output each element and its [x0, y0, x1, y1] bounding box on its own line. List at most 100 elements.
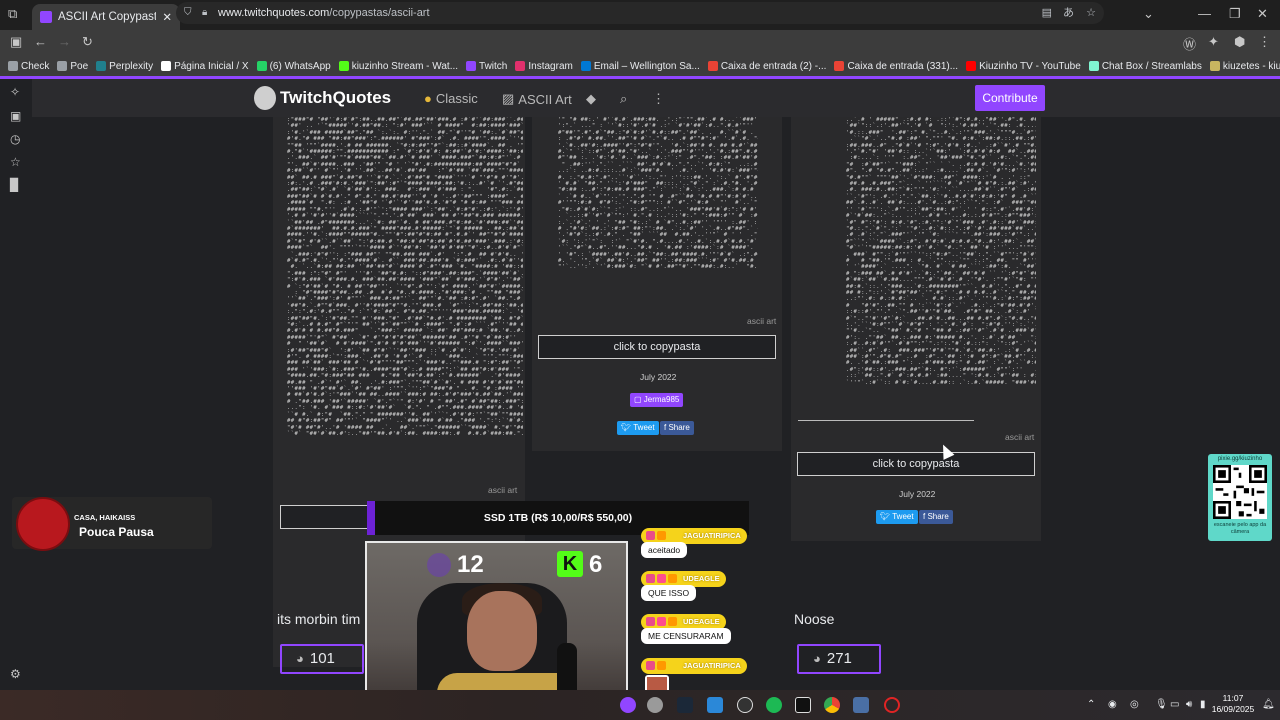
- bookmark-item[interactable]: Caixa de entrada (331)...: [834, 61, 958, 72]
- clock[interactable]: 11:07 16/09/2025: [1208, 693, 1258, 715]
- copilot-icon[interactable]: ✧: [10, 85, 20, 99]
- author-badge[interactable]: ▢ Jerma985: [630, 393, 684, 407]
- copypasta-button[interactable]: click to copypasta: [797, 452, 1035, 476]
- back-icon[interactable]: ←: [34, 34, 47, 49]
- bookmark-item[interactable]: Instagram: [515, 61, 573, 72]
- pasta-copy-count[interactable]: ◕ 101: [280, 644, 364, 674]
- collections-icon[interactable]: ▣: [10, 109, 21, 123]
- pasta-copy-count[interactable]: ◕ 271: [797, 644, 881, 674]
- reader-mode-icon[interactable]: ▤: [1042, 2, 1052, 24]
- network-icon[interactable]: ▭: [1170, 699, 1179, 710]
- pasta-title[interactable]: Noose: [794, 611, 834, 627]
- share-button[interactable]: f Share: [660, 421, 694, 435]
- app-icon[interactable]: [620, 697, 636, 713]
- menu-icon[interactable]: ⋮: [1258, 34, 1271, 50]
- settings-gear-icon[interactable]: ⚙: [10, 667, 21, 681]
- bookmark-item[interactable]: (6) WhatsApp: [256, 61, 331, 72]
- opera-icon[interactable]: [884, 697, 900, 713]
- search-icon[interactable]: ⌕: [620, 91, 627, 107]
- bookmark-item[interactable]: kiuzetes - kiuzinho | LT...: [1209, 60, 1280, 72]
- bookmark-item[interactable]: Email – Wellington Sa...: [580, 60, 700, 72]
- minimize-icon[interactable]: —: [1198, 6, 1211, 21]
- ascii-art-block[interactable]: :"###"# "##'`#:#`#":##..##.##"`##.##"##'…: [287, 117, 523, 437]
- bookmark-item[interactable]: Chat Box / Streamlabs: [1088, 61, 1202, 72]
- app-icon[interactable]: [795, 697, 811, 713]
- logo-face-icon[interactable]: [254, 86, 276, 110]
- extensions-icon[interactable]: ✦: [1208, 34, 1219, 50]
- tab-close-icon[interactable]: ✕: [162, 10, 172, 24]
- nav-classic[interactable]: ● Classic: [424, 91, 478, 106]
- chrome-icon[interactable]: [824, 697, 840, 713]
- chat-badges: [646, 531, 666, 540]
- close-window-icon[interactable]: ✕: [1257, 6, 1268, 22]
- bookmark-item[interactable]: Twitch: [466, 61, 507, 72]
- tab-actions-icon[interactable]: ⧉: [8, 6, 17, 22]
- site-info-icon[interactable]: ⛉: [184, 2, 192, 24]
- bookmark-star-icon[interactable]: ☆: [1086, 2, 1096, 24]
- tray-chevron-icon[interactable]: ⌃: [1087, 699, 1095, 710]
- pasta-title[interactable]: its morbin tim: [277, 611, 360, 627]
- tab-title: ASCII Art Copypasta | TwitchQuotes: [58, 11, 157, 23]
- bookmark-label: Twitch: [479, 60, 508, 72]
- extension-badge-icon[interactable]: ⬢: [1234, 34, 1245, 50]
- pasta-date: July 2022: [899, 489, 936, 499]
- mic-icon[interactable]: 🎙︎: [1155, 699, 1168, 710]
- history-icon[interactable]: ◷: [10, 132, 20, 146]
- contribute-button[interactable]: Contribute: [975, 85, 1045, 111]
- bookmark-favicon-icon: [580, 61, 591, 71]
- tags-icon[interactable]: ◆: [586, 91, 596, 107]
- bookmark-favicon-icon: [966, 61, 977, 71]
- chat-badges: [646, 661, 666, 670]
- pasta-tag[interactable]: ascii art: [747, 316, 776, 326]
- steam-tray-icon[interactable]: ◎: [1130, 699, 1139, 710]
- chat-badges: [646, 617, 677, 626]
- qr-title: pixie.gg/kiuzinho: [1217, 456, 1263, 462]
- notifications-icon[interactable]: 🔔︎: [1262, 699, 1275, 710]
- webcam-overlay: 12 K 6: [365, 541, 628, 707]
- ascii-art-block[interactable]: '" "# ##:.' #'`#.#`.###:##. .'.:"`"".##`…: [558, 117, 758, 269]
- bookmark-item[interactable]: Página Inicial / X: [161, 61, 249, 72]
- bookmark-item[interactable]: Caixa de entrada (2) -...: [707, 60, 827, 72]
- bookmark-item[interactable]: Perplexity: [96, 61, 153, 72]
- bookmark-label: kiuzetes - kiuzinho | LT...: [1222, 60, 1280, 72]
- pasta-date: July 2022: [640, 372, 677, 382]
- nav-ascii-art[interactable]: ▨ ASCII Art: [502, 91, 572, 107]
- spotify-icon[interactable]: [766, 697, 782, 713]
- tweet-button[interactable]: 🐦︎ Tweet: [876, 510, 918, 524]
- share-button[interactable]: f Share: [919, 510, 953, 524]
- calculator-icon[interactable]: [853, 697, 869, 713]
- more-menu-icon[interactable]: ⋮: [652, 91, 665, 107]
- copypasta-button[interactable]: click to copypasta: [538, 335, 776, 359]
- tab-search-chevron-icon[interactable]: ⌄: [1143, 6, 1154, 22]
- bookmark-label: Caixa de entrada (2) -...: [720, 60, 827, 72]
- forward-icon[interactable]: →: [58, 34, 71, 49]
- bookmark-item[interactable]: Kiuzinho TV - YouTube: [966, 61, 1081, 72]
- ascii-art-block[interactable]: ..`.# ' #####" .:#.# #: .::'`#":#.#.."##…: [846, 117, 1036, 385]
- favorites-icon[interactable]: ☆: [10, 155, 21, 169]
- tweet-button[interactable]: 🐦︎ Tweet: [617, 421, 659, 435]
- volume-icon[interactable]: 🔊︎: [1186, 699, 1192, 710]
- bookmark-item[interactable]: Check: [8, 61, 49, 72]
- pasta-tag[interactable]: ascii art: [488, 485, 517, 495]
- sidebar-toggle-icon[interactable]: ▣: [10, 34, 22, 50]
- profile-w-icon[interactable]: Ⓦ: [1183, 34, 1196, 53]
- site-brand[interactable]: TwitchQuotes: [280, 88, 391, 108]
- obs-icon[interactable]: [737, 697, 753, 713]
- alert-message: Pouca Pausa: [79, 525, 154, 539]
- notepad-icon[interactable]: [707, 697, 723, 713]
- bookmark-label: Email – Wellington Sa...: [593, 60, 700, 72]
- classic-face-icon: ●: [424, 91, 432, 106]
- pasta-tag[interactable]: ascii art: [1005, 432, 1034, 442]
- reload-icon[interactable]: ↻: [82, 34, 93, 50]
- translate-icon[interactable]: あ: [1063, 2, 1074, 24]
- url-bar[interactable]: ⛉ 🔒︎ www.twitchquotes.com/copypastas/asc…: [176, 2, 1104, 24]
- battery-icon[interactable]: ▮: [1200, 699, 1206, 710]
- maximize-icon[interactable]: ❐: [1229, 6, 1241, 22]
- app-icon[interactable]: [647, 697, 663, 713]
- bookmark-item[interactable]: Poe: [57, 61, 88, 72]
- discord-icon[interactable]: ◉: [1108, 699, 1117, 710]
- browser-tab-active[interactable]: ASCII Art Copypasta | TwitchQuotes ✕: [32, 4, 180, 30]
- steam-icon[interactable]: [677, 697, 693, 713]
- bookmark-item[interactable]: kiuzinho Stream - Wat...: [338, 61, 458, 72]
- downloads-icon[interactable]: ▉: [10, 178, 19, 192]
